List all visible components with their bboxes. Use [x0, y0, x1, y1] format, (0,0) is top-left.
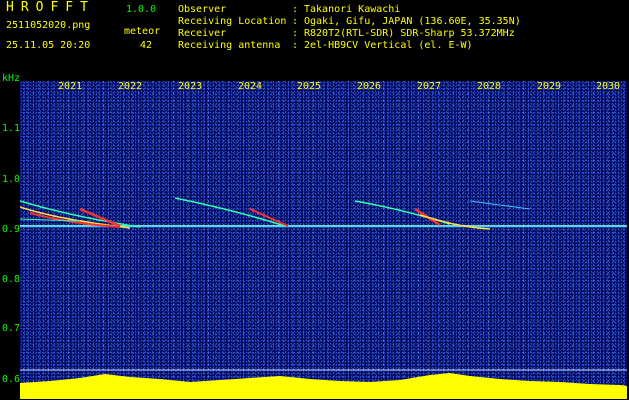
meteor-track — [174, 197, 286, 227]
location-colon: : — [292, 16, 299, 27]
y-tick-label: 0.9 — [2, 224, 21, 235]
y-axis-unit: kHz — [2, 73, 21, 84]
y-tick-label: 1.1 — [2, 123, 21, 134]
app-title: HROFFT — [6, 0, 95, 15]
antenna-label: Receiving antenna — [178, 40, 281, 51]
date-time: 25.11.05 20:20 — [6, 40, 91, 51]
meteor-track — [354, 200, 451, 225]
x-tick-label: 2029 — [537, 81, 562, 92]
receiver-colon: : — [292, 28, 299, 39]
spectrogram — [20, 81, 627, 399]
antenna-value: 2el-HB9CV Vertical (el. E-W) — [304, 40, 473, 51]
spectrogram-overlay — [20, 197, 627, 399]
y-tick-label: 1.0 — [2, 174, 21, 185]
x-tick-label: 2024 — [238, 81, 263, 92]
x-tick-label: 2026 — [357, 81, 382, 92]
receiver-value: R820T2(RTL-SDR) SDR-Sharp 53.372MHz — [304, 28, 515, 39]
meteor-count: 42 — [140, 40, 153, 51]
x-tick-label: 2028 — [477, 81, 502, 92]
antenna-colon: : — [292, 40, 299, 51]
location-label: Receiving Location — [178, 16, 287, 27]
location-value: Ogaki, Gifu, JAPAN (136.60E, 35.35N) — [304, 16, 521, 27]
x-tick-label: 2025 — [297, 81, 322, 92]
meteor-track — [469, 200, 531, 210]
y-tick-label: 0.8 — [2, 274, 21, 285]
observer-label: Observer — [178, 4, 227, 15]
observer-colon: : — [292, 4, 299, 15]
y-tick-label: 0.6 — [2, 374, 21, 385]
observer-value: Takanori Kawachi — [304, 4, 401, 15]
meteor-count-histogram — [20, 373, 627, 399]
y-tick-label: 0.7 — [2, 323, 21, 334]
app-version: 1.0.0 — [126, 4, 157, 15]
x-tick-label: 2021 — [58, 81, 83, 92]
x-tick-label: 2022 — [118, 81, 143, 92]
meteor-label: meteor — [124, 26, 161, 37]
receiver-label: Receiver — [178, 28, 227, 39]
x-tick-label: 2027 — [417, 81, 442, 92]
x-tick-label: 2030 — [596, 81, 621, 92]
meteor-track — [20, 206, 131, 229]
file-name: 2511052020.png — [6, 20, 91, 31]
x-tick-label: 2023 — [178, 81, 203, 92]
